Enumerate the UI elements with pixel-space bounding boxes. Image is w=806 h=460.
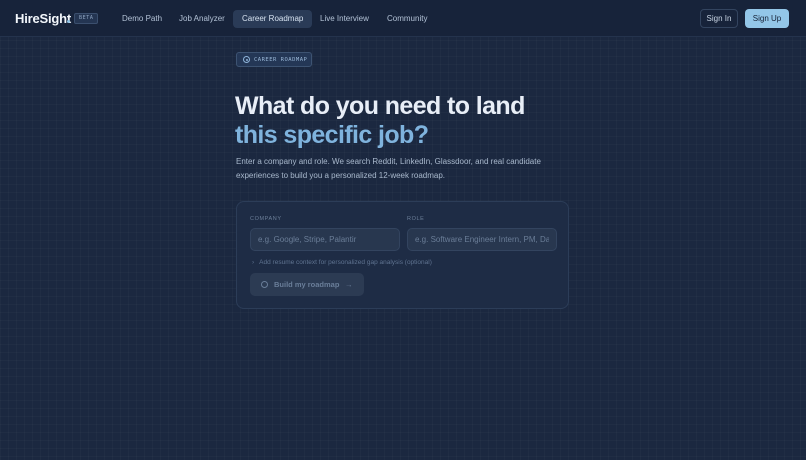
page-title-line-1: What do you need to land bbox=[235, 92, 525, 120]
nav-link-career-roadmap[interactable]: Career Roadmap bbox=[233, 10, 313, 28]
beta-badge: BETA bbox=[74, 13, 99, 24]
sign-in-button[interactable]: Sign In bbox=[700, 9, 738, 28]
target-icon bbox=[243, 56, 250, 63]
roadmap-form-card: COMPANY ROLE › Add resume context for per… bbox=[236, 201, 569, 309]
arrow-right-icon: → bbox=[345, 280, 353, 289]
sign-up-button[interactable]: Sign Up bbox=[745, 9, 789, 28]
chevron-right-icon: › bbox=[252, 259, 255, 266]
section-badge-label: CAREER ROADMAP bbox=[254, 57, 308, 63]
nav-link-demo-path[interactable]: Demo Path bbox=[122, 10, 162, 28]
top-nav: HireSight BETA Demo Path Job Analyzer Ca… bbox=[0, 0, 806, 37]
target-icon bbox=[261, 281, 268, 288]
build-roadmap-button[interactable]: Build my roadmap → bbox=[250, 273, 364, 296]
logo[interactable]: HireSight bbox=[15, 11, 71, 26]
nav-link-live-interview[interactable]: Live Interview bbox=[320, 10, 369, 28]
role-label: ROLE bbox=[407, 216, 425, 222]
resume-context-label: Add resume context for personalized gap … bbox=[259, 259, 432, 266]
nav-link-job-analyzer[interactable]: Job Analyzer bbox=[179, 10, 225, 28]
resume-context-toggle[interactable]: › Add resume context for personalized gap… bbox=[252, 258, 432, 268]
page-title-line-2: this specific job? bbox=[235, 121, 429, 149]
build-roadmap-label: Build my roadmap bbox=[274, 280, 340, 289]
role-input[interactable] bbox=[407, 228, 557, 251]
section-badge: CAREER ROADMAP bbox=[236, 52, 312, 67]
page-subtitle: Enter a company and role. We search Redd… bbox=[236, 157, 541, 180]
page-title: What do you need to land this specific j… bbox=[235, 92, 655, 150]
logo-dot-icon bbox=[67, 20, 70, 23]
nav-link-community[interactable]: Community bbox=[387, 10, 427, 28]
company-input[interactable] bbox=[250, 228, 400, 251]
company-label: COMPANY bbox=[250, 216, 282, 222]
